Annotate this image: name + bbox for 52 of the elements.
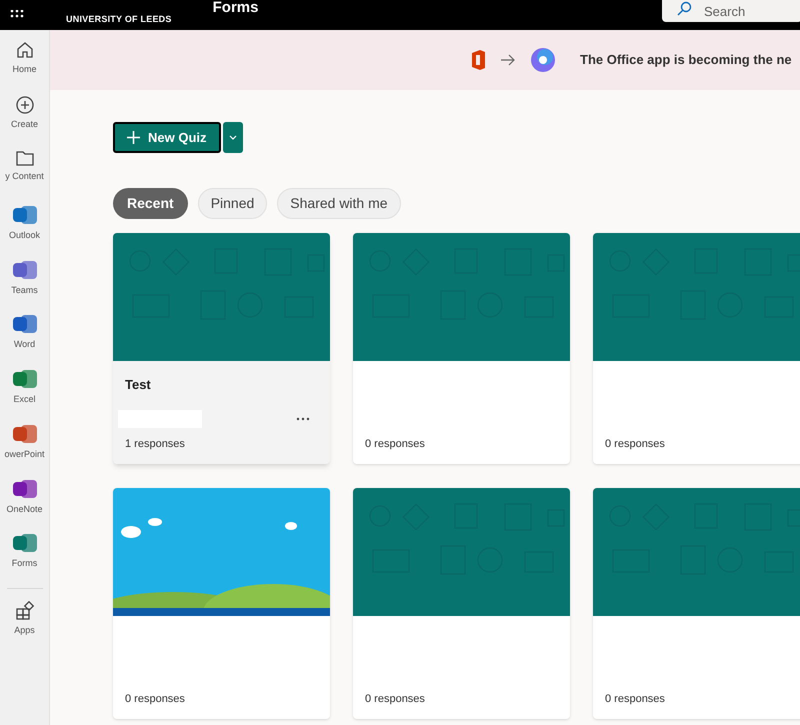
folder-icon: [14, 149, 34, 168]
rail-item[interactable]: Home: [0, 40, 50, 95]
search-field[interactable]: Search: [662, 0, 800, 22]
rail-item[interactable]: Outlook: [0, 204, 50, 259]
filter-tab[interactable]: Pinned: [198, 188, 268, 219]
powerpoint-icon: [12, 422, 36, 445]
rail-item[interactable]: Create: [0, 94, 50, 150]
responses-count: 0 responses: [605, 692, 666, 706]
form-card[interactable]: Test 1 responses: [113, 233, 330, 464]
new-quiz-button[interactable]: New Quiz: [113, 122, 221, 153]
dropdown-button[interactable]: [222, 122, 243, 153]
rail-item[interactable]: Teams: [0, 258, 50, 314]
filter-tab[interactable]: Shared with me: [277, 188, 401, 219]
rail-item[interactable]: OneNote: [0, 478, 50, 532]
office-logo-icon: [470, 49, 486, 71]
rail-item[interactable]: Excel: [0, 368, 50, 423]
forms-icon: [12, 532, 36, 554]
home-icon: [14, 40, 34, 60]
rail-item[interactable]: Forms: [0, 532, 50, 587]
form-card[interactable]: 0 responses: [593, 233, 800, 464]
plus-icon: [127, 131, 140, 144]
rail-item[interactable]: owerPoint: [0, 422, 50, 478]
rail-item[interactable]: Apps: [0, 600, 50, 656]
responses-count: 0 responses: [125, 692, 186, 706]
rail-item[interactable]: Word: [0, 313, 50, 368]
filter-tab[interactable]: Recent: [113, 188, 188, 219]
form-card[interactable]: 0 responses: [353, 233, 570, 464]
university-logo[interactable]: UNIVERSITY OF LEEDS: [66, 13, 172, 27]
banner-text: The Office app is becoming the ne: [580, 51, 792, 70]
form-card[interactable]: 0 responses: [113, 488, 330, 719]
app-name[interactable]: Forms: [212, 0, 258, 20]
form-card[interactable]: 0 responses: [593, 488, 800, 719]
waffle-menu-icon[interactable]: [10, 10, 24, 20]
rail-item[interactable]: y Content: [0, 149, 50, 204]
card-title: Test: [125, 376, 152, 394]
onenote-icon: [12, 478, 36, 500]
outlook-icon: [12, 204, 36, 226]
arrow-right-icon: [500, 54, 516, 66]
form-card[interactable]: 0 responses: [353, 488, 570, 719]
teams-icon: [12, 258, 36, 281]
search-icon: [676, 1, 692, 17]
responses-count: 1 responses: [125, 436, 186, 452]
more-options-icon[interactable]: [296, 416, 310, 420]
excel-icon: [12, 368, 36, 390]
responses-count: 0 responses: [365, 692, 426, 706]
copilot-logo-icon: [530, 47, 556, 73]
plus-circle-icon: [14, 94, 34, 115]
responses-count: 0 responses: [365, 436, 426, 452]
apps-icon: [14, 600, 34, 621]
responses-count: 0 responses: [605, 436, 666, 452]
word-icon: [12, 313, 36, 336]
chevron-down-icon: [228, 135, 237, 140]
